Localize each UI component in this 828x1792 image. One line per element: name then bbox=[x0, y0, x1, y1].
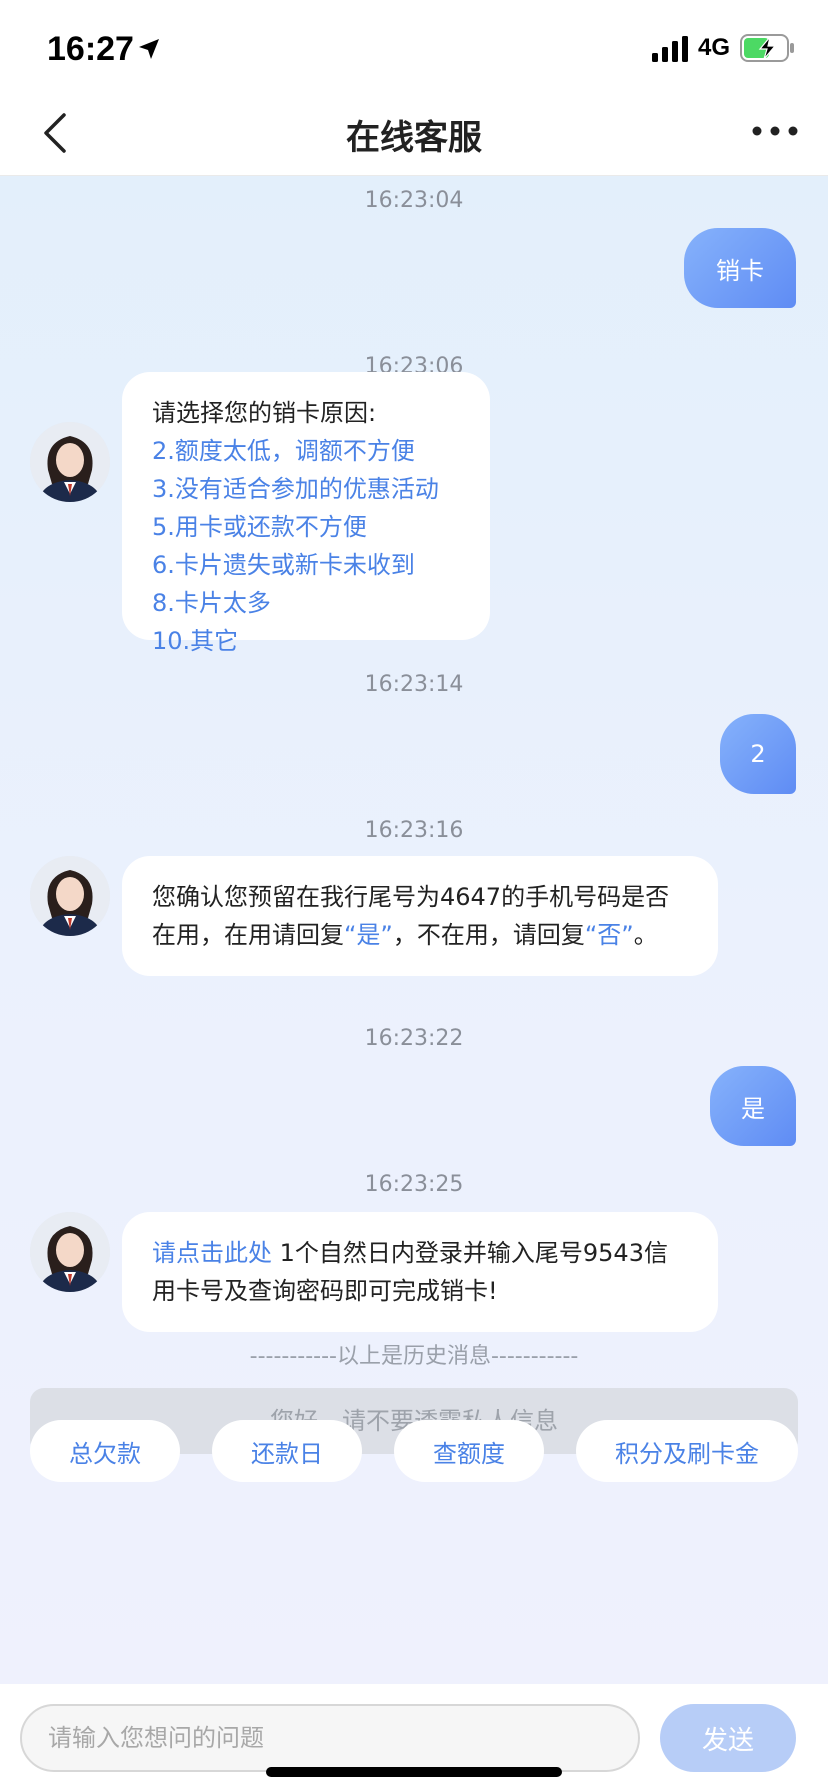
agent-message-text: ，不在用，请回复 bbox=[392, 921, 585, 949]
user-message-bubble: 是 bbox=[710, 1066, 796, 1146]
reason-option[interactable]: 10.其它 bbox=[152, 622, 460, 660]
quick-action-credit-limit[interactable]: 查额度 bbox=[394, 1420, 544, 1482]
agent-avatar-icon bbox=[30, 1212, 110, 1292]
page-title: 在线客服 bbox=[346, 118, 482, 158]
agent-avatar-icon bbox=[30, 856, 110, 936]
complete-cancellation-link[interactable]: 请点击此处 bbox=[152, 1239, 272, 1267]
message-timestamp: 16:23:25 bbox=[364, 1172, 464, 1197]
message-timestamp: 16:23:14 bbox=[364, 672, 464, 697]
message-input[interactable] bbox=[20, 1704, 640, 1772]
agent-avatar-icon bbox=[30, 422, 110, 502]
status-time: 16:27 bbox=[47, 30, 134, 68]
quick-action-points[interactable]: 积分及刷卡金 bbox=[576, 1420, 798, 1482]
user-message-bubble: 销卡 bbox=[684, 228, 796, 308]
user-message-text: 2 bbox=[750, 740, 766, 768]
message-timestamp: 16:23:04 bbox=[364, 188, 464, 213]
battery-charging-icon bbox=[740, 34, 794, 62]
reason-option[interactable]: 3.没有适合参加的优惠活动 bbox=[152, 470, 460, 508]
reason-option[interactable]: 8.卡片太多 bbox=[152, 584, 460, 622]
home-indicator bbox=[266, 1767, 562, 1777]
agent-avatar bbox=[30, 1212, 110, 1292]
network-type: 4G bbox=[698, 34, 731, 61]
signal-icon bbox=[652, 36, 688, 62]
nav-bar: 在线客服 bbox=[0, 98, 828, 176]
reply-no-quote: “否” bbox=[584, 921, 634, 949]
reply-yes-quote: “是” bbox=[344, 921, 393, 949]
reason-option[interactable]: 2.额度太低，调额不方便 bbox=[152, 432, 460, 470]
status-bar: 16:27 4G bbox=[0, 0, 828, 98]
more-options-icon[interactable] bbox=[752, 124, 798, 138]
user-message-text: 是 bbox=[741, 1094, 765, 1123]
agent-message-bubble: 请选择您的销卡原因: 2.额度太低，调额不方便 3.没有适合参加的优惠活动 5.… bbox=[122, 372, 490, 655]
history-divider: -----------以上是历史消息----------- bbox=[249, 1344, 579, 1369]
location-arrow-icon bbox=[139, 39, 159, 59]
message-timestamp: 16:23:22 bbox=[364, 1026, 464, 1051]
agent-avatar bbox=[30, 856, 110, 936]
send-button[interactable]: 发送 bbox=[660, 1704, 796, 1772]
message-timestamp: 16:23:16 bbox=[364, 818, 464, 843]
agent-avatar bbox=[30, 422, 110, 502]
user-message-bubble: 2 bbox=[720, 714, 796, 794]
reason-option[interactable]: 6.卡片遗失或新卡未收到 bbox=[152, 546, 460, 584]
agent-message-text: 请选择您的销卡原因: bbox=[152, 399, 377, 427]
quick-action-total-debt[interactable]: 总欠款 bbox=[30, 1420, 180, 1482]
agent-message-bubble: 您确认您预留在我行尾号为4647的手机号码是否在用，在用请回复“是”，不在用，请… bbox=[122, 856, 718, 976]
user-message-text: 销卡 bbox=[716, 256, 764, 285]
quick-action-due-date[interactable]: 还款日 bbox=[212, 1420, 362, 1482]
quick-actions: 总欠款 还款日 查额度 积分及刷卡金 bbox=[0, 1420, 828, 1482]
agent-message-bubble: 请点击此处 1个自然日内登录并输入尾号9543信用卡号及查询密码即可完成销卡! bbox=[122, 1212, 718, 1332]
reason-option[interactable]: 5.用卡或还款不方便 bbox=[152, 508, 460, 546]
agent-message-text: 。 bbox=[633, 921, 658, 949]
chat-area[interactable]: 16:23:04 销卡 16:23:06 请选择您的销卡原因: 2.额度太低，调… bbox=[0, 176, 828, 1684]
